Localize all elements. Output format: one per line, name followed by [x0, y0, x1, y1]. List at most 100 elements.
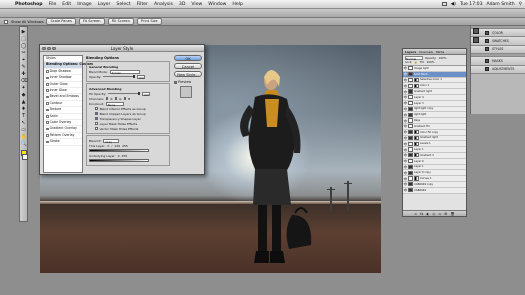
style-checkbox[interactable] — [46, 115, 49, 118]
marquee-tool-icon[interactable]: ⬚ — [21, 36, 27, 42]
new-style-button[interactable]: New Style... — [174, 71, 202, 77]
layer-mask-thumbnail[interactable] — [414, 77, 419, 83]
cancel-button[interactable]: Cancel — [174, 63, 202, 69]
show-all-windows-checkbox[interactable] — [4, 19, 8, 24]
channel-b-checkbox[interactable] — [123, 97, 127, 100]
history-icon[interactable] — [473, 28, 479, 34]
menu-view[interactable]: View — [188, 2, 205, 7]
ok-button[interactable]: OK — [174, 55, 202, 61]
app-menu[interactable]: Photoshop — [12, 2, 46, 7]
scale-panes-button[interactable]: Scale Panes — [46, 18, 76, 25]
style-checkbox[interactable] — [46, 121, 49, 125]
menu-filter[interactable]: Filter — [134, 2, 151, 7]
style-item[interactable]: Stroke — [44, 139, 82, 146]
add-mask-icon[interactable]: ◐ — [426, 212, 429, 216]
clone-stamp-tool-icon[interactable]: ✦ — [21, 85, 27, 91]
spotlight-icon[interactable]: ⚲ — [519, 2, 522, 7]
fit-screen-button[interactable]: Fit Screen — [78, 18, 105, 25]
style-checkbox[interactable] — [46, 95, 49, 99]
delete-layer-icon[interactable]: 🗑 — [450, 212, 454, 216]
knockout-select[interactable]: None — [105, 101, 124, 107]
dock-item-adjustments[interactable]: ADJUSTMENTS — [471, 65, 525, 74]
opacity-slider[interactable] — [103, 74, 136, 78]
menu-help[interactable]: Help — [229, 2, 245, 7]
print-size-button[interactable]: Print Size — [136, 18, 162, 25]
type-tool-icon[interactable]: T — [21, 113, 27, 119]
layer-opacity-input[interactable]: 100% — [439, 56, 447, 60]
style-checkbox[interactable] — [46, 83, 49, 86]
menu-select[interactable]: Select — [113, 2, 133, 7]
style-checkbox[interactable] — [46, 89, 49, 93]
dock-item-swatches[interactable]: SWATCHES — [471, 37, 525, 46]
adjustment-layer-icon[interactable]: ◎ — [432, 212, 435, 216]
blend-option-checkbox[interactable] — [95, 127, 98, 130]
blend-option-checkbox[interactable] — [95, 107, 98, 110]
brush-tool-icon[interactable]: ✎ — [21, 64, 27, 70]
crop-tool-icon[interactable]: ✂ — [21, 50, 27, 56]
hand-tool-icon[interactable]: ✋ — [21, 134, 27, 140]
menu-layer[interactable]: Layer — [95, 2, 114, 7]
style-checkbox[interactable] — [46, 102, 49, 105]
display-icon[interactable] — [441, 2, 447, 6]
menu-edit[interactable]: Edit — [59, 2, 74, 7]
channel-g-checkbox[interactable] — [114, 97, 118, 100]
menu-3d[interactable]: 3D — [176, 2, 188, 7]
menu-file[interactable]: File — [46, 2, 60, 7]
layer-style-icon[interactable]: fx — [420, 212, 423, 216]
fill-opacity-slider[interactable] — [108, 91, 141, 95]
new-group-icon[interactable]: ▭ — [438, 212, 441, 216]
eraser-tool-icon[interactable]: ⌫ — [21, 78, 28, 84]
layer-mask-thumbnail[interactable] — [414, 141, 419, 146]
blend-if-select[interactable]: Gray — [103, 138, 120, 144]
dock-item-masks[interactable]: MASKS — [471, 57, 525, 66]
dock-item-color[interactable]: COLOR — [471, 29, 525, 38]
blur-tool-icon[interactable]: ▲ — [21, 99, 27, 105]
layer-mask-thumbnail[interactable] — [414, 176, 419, 181]
blend-option-checkbox[interactable] — [95, 112, 98, 115]
volume-icon[interactable]: ◀) — [451, 2, 456, 7]
style-checkbox[interactable] — [46, 127, 49, 131]
shape-tool-icon[interactable]: ▭ — [21, 127, 27, 133]
blend-option-checkbox[interactable] — [95, 117, 98, 120]
eyedropper-tool-icon[interactable]: ⌖ — [21, 57, 27, 63]
layer-mask-thumbnail[interactable] — [414, 135, 419, 141]
style-checkbox[interactable] — [46, 76, 49, 80]
navigator-icon[interactable] — [473, 37, 479, 43]
this-layer-gradient-slider[interactable] — [89, 149, 149, 152]
blend-option-checkbox[interactable] — [95, 122, 98, 125]
gradient-tool-icon[interactable]: ◆ — [21, 92, 27, 98]
path-select-tool-icon[interactable]: ↖ — [21, 120, 27, 126]
lasso-tool-icon[interactable]: ◯ — [21, 43, 27, 49]
layer-fill-input[interactable]: 100% — [427, 60, 435, 64]
healing-tool-icon[interactable]: ✚ — [21, 71, 27, 77]
preview-checkbox[interactable] — [174, 80, 177, 84]
dock-item-styles[interactable]: STYLES — [471, 45, 525, 55]
style-checkbox[interactable] — [46, 140, 49, 144]
zoom-window-button[interactable] — [52, 46, 56, 50]
fill-opacity-input[interactable]: 100 — [142, 91, 151, 97]
style-checkbox[interactable] — [46, 134, 49, 137]
menu-analysis[interactable]: Analysis — [151, 2, 176, 7]
user-name[interactable]: Adam Smith — [487, 2, 515, 7]
pen-tool-icon[interactable]: ♦ — [21, 106, 27, 112]
underlying-layer-gradient-slider[interactable] — [89, 159, 149, 162]
layer-mask-thumbnail[interactable] — [414, 130, 419, 135]
menu-image[interactable]: Image — [74, 2, 94, 7]
opacity-input[interactable]: 100 — [137, 74, 146, 80]
tab-paths[interactable]: Paths — [436, 50, 444, 54]
layer-row[interactable]: 👁 CAB6049 — [403, 187, 466, 194]
zoom-tool-icon[interactable]: 🔍 — [21, 141, 27, 147]
style-checkbox[interactable] — [46, 108, 49, 112]
lock-icon[interactable]: 🔒 — [414, 60, 417, 64]
new-layer-icon[interactable]: ⊞ — [445, 212, 448, 216]
layer-mask-thumbnail[interactable] — [414, 153, 419, 158]
tab-layers[interactable]: Layers — [405, 50, 416, 54]
blend-mode-select[interactable]: Screen — [109, 69, 140, 75]
fill-screen-button[interactable]: Fill Screen — [107, 18, 134, 25]
minimize-window-button[interactable] — [47, 46, 51, 50]
channel-r-checkbox[interactable] — [105, 97, 109, 100]
link-layers-icon[interactable]: ∞ — [414, 212, 417, 216]
menu-window[interactable]: Window — [205, 2, 229, 7]
move-tool-icon[interactable]: ▶ — [21, 29, 27, 35]
style-checkbox[interactable] — [46, 70, 49, 73]
